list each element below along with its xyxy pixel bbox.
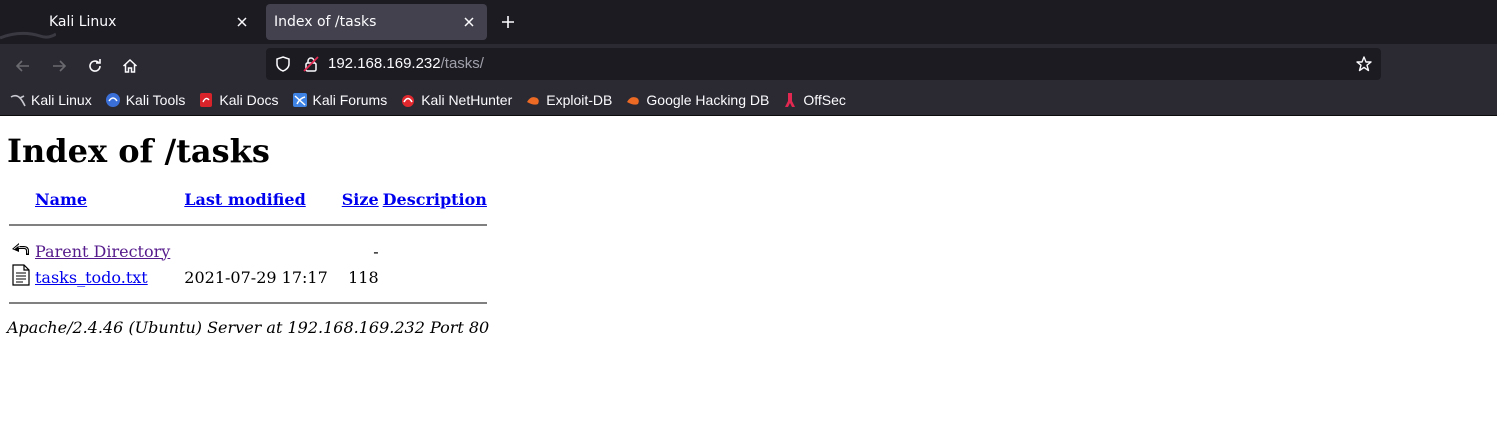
- file-link[interactable]: tasks_todo.txt: [35, 268, 148, 287]
- shield-icon[interactable]: [274, 55, 292, 73]
- name-column-header: Name: [33, 186, 172, 212]
- sort-by-size-link[interactable]: Size: [342, 190, 379, 209]
- bookmarks-toolbar: Kali Linux Kali Tools Kali Docs Kali For…: [0, 84, 1497, 116]
- tab-title: Kali Linux: [49, 14, 117, 30]
- arrow-right-icon: [53, 60, 67, 72]
- new-tab-button[interactable]: [496, 10, 520, 34]
- url-text[interactable]: 192.168.169.232/tasks/: [328, 55, 484, 72]
- url-path: /tasks/: [440, 55, 484, 72]
- table-divider: [7, 212, 489, 238]
- address-bar[interactable]: 192.168.169.232/tasks/: [266, 48, 1381, 80]
- kali-tools-icon: [105, 92, 120, 107]
- page-title: Index of /tasks: [7, 132, 270, 170]
- forward-button[interactable]: [45, 52, 73, 80]
- back-arrow-icon: [12, 243, 29, 255]
- bookmark-kali-linux[interactable]: Kali Linux: [10, 92, 92, 108]
- divider: [9, 224, 487, 226]
- insecure-lock-icon[interactable]: [302, 55, 320, 73]
- bookmark-label: OffSec: [803, 91, 846, 108]
- arrow-left-icon: [15, 60, 29, 72]
- parent-directory-link[interactable]: Parent Directory: [35, 242, 170, 261]
- bookmark-label: Kali Tools: [125, 91, 186, 108]
- tab-kali-linux[interactable]: Kali Linux: [8, 4, 260, 40]
- bookmark-label: Google Hacking DB: [646, 91, 770, 108]
- home-icon: [122, 58, 138, 73]
- size-cell: 118: [348, 267, 379, 287]
- bookmark-kali-forums[interactable]: Kali Forums: [292, 91, 388, 108]
- bookmark-offsec[interactable]: OffSec: [782, 92, 846, 108]
- kali-nethunter-icon: [402, 94, 415, 107]
- ghdb-icon: [627, 96, 640, 105]
- sort-by-name-link[interactable]: Name: [35, 190, 87, 209]
- directory-listing: Name Last modified Size Description Pare…: [7, 186, 489, 316]
- bookmark-label: Kali Linux: [31, 91, 92, 108]
- row-icon-cell: [7, 238, 33, 264]
- table-header-row: Name Last modified Size Description: [7, 186, 489, 212]
- plus-icon: [502, 16, 514, 28]
- home-button[interactable]: [116, 52, 144, 80]
- modified-cell: [172, 238, 329, 264]
- icon-header: [7, 186, 33, 212]
- bookmark-label: Kali NetHunter: [421, 91, 513, 108]
- bookmark-kali-docs[interactable]: Kali Docs: [198, 91, 279, 108]
- table-row: Parent Directory -: [7, 238, 489, 264]
- kali-dragon-icon: [10, 94, 26, 106]
- offsec-icon: [785, 92, 796, 107]
- kali-docs-icon: [200, 92, 213, 107]
- sort-by-modified-link[interactable]: Last modified: [184, 190, 305, 209]
- table-row: tasks_todo.txt 2021-07-29 17:17 118: [7, 264, 489, 290]
- reload-button[interactable]: [81, 52, 109, 80]
- divider: [9, 302, 487, 304]
- description-column-header: Description: [381, 186, 489, 212]
- navigation-bar: 192.168.169.232/tasks/: [0, 44, 1497, 84]
- table-divider: [7, 290, 489, 316]
- bookmark-label: Kali Forums: [312, 91, 388, 108]
- back-button[interactable]: [9, 52, 37, 80]
- bookmark-kali-nethunter[interactable]: Kali NetHunter: [400, 92, 512, 108]
- row-icon-cell: [7, 264, 33, 290]
- browser-chrome: Kali Linux Index of /tasks 192.168.169.2…: [0, 0, 1497, 116]
- bookmark-exploit-db[interactable]: Exploit-DB: [525, 92, 612, 108]
- text-file-icon: [12, 264, 30, 286]
- sort-by-description-link[interactable]: Description: [383, 190, 487, 209]
- star-icon[interactable]: [1355, 55, 1373, 73]
- exploit-db-icon: [527, 96, 540, 105]
- bookmark-kali-tools[interactable]: Kali Tools: [105, 91, 186, 108]
- bookmark-label: Kali Docs: [219, 91, 279, 108]
- tab-index-of-tasks[interactable]: Index of /tasks: [266, 4, 487, 40]
- server-signature: Apache/2.4.46 (Ubuntu) Server at 192.168…: [7, 318, 490, 337]
- close-icon[interactable]: [459, 12, 479, 32]
- name-cell: tasks_todo.txt: [33, 264, 172, 290]
- reload-icon: [89, 59, 101, 72]
- size-cell: -: [373, 241, 379, 261]
- description-cell: [381, 264, 489, 290]
- bookmark-label: Exploit-DB: [546, 91, 613, 108]
- bookmark-google-hacking-db[interactable]: Google Hacking DB: [625, 92, 769, 108]
- kali-forums-icon: [292, 92, 307, 107]
- tab-title: Index of /tasks: [274, 14, 377, 30]
- page-content: Index of /tasks Name Last modified Size …: [0, 116, 1497, 337]
- modified-column-header: Last modified: [172, 186, 329, 212]
- description-cell: [381, 238, 489, 264]
- size-column-header: Size: [330, 186, 381, 212]
- url-host: 192.168.169.232: [328, 55, 441, 72]
- tab-strip: Kali Linux Index of /tasks: [0, 0, 1497, 44]
- modified-cell: 2021-07-29 17:17: [184, 267, 328, 287]
- close-icon[interactable]: [232, 12, 252, 32]
- name-cell: Parent Directory: [33, 238, 172, 264]
